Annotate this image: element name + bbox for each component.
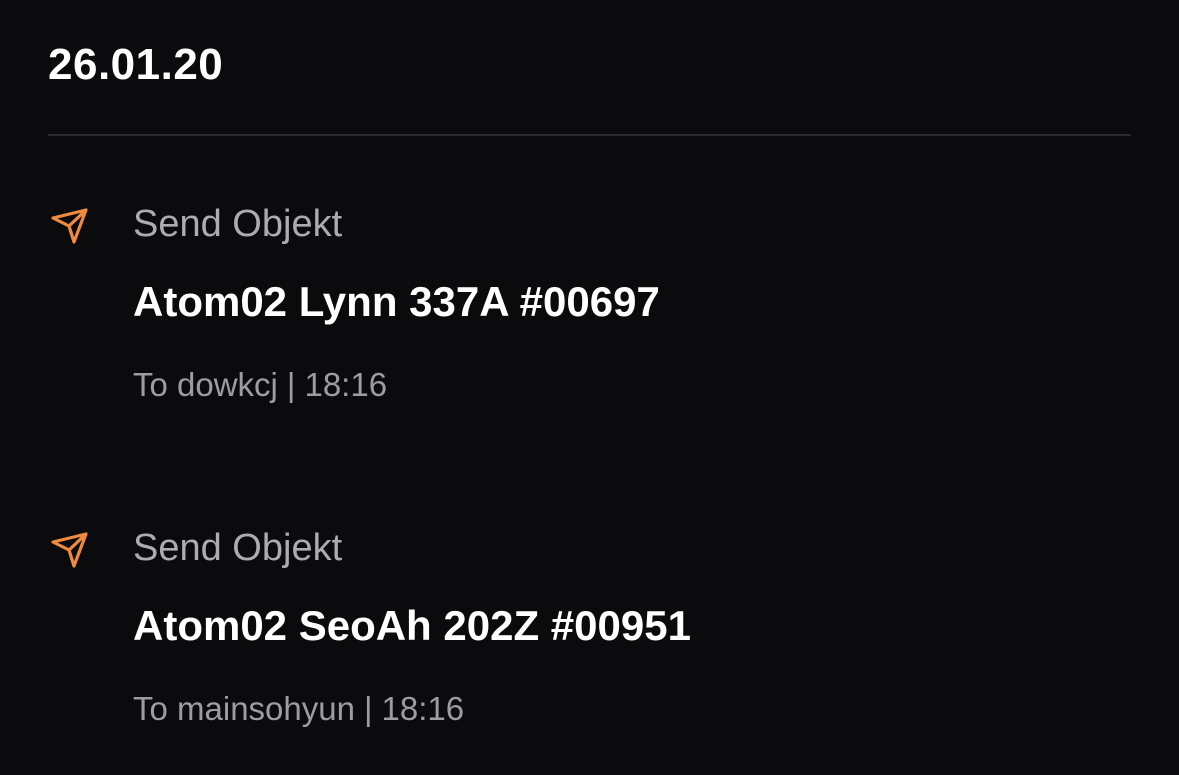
send-icon [48, 528, 92, 572]
objekt-name: Atom02 SeoAh 202Z #00951 [133, 602, 691, 649]
activity-type-label: Send Objekt [133, 203, 343, 245]
objekt-name: Atom02 Lynn 337A #00697 [133, 278, 660, 325]
activity-meta: To dowkcj | 18:16 [133, 364, 387, 406]
activity-meta: To mainsohyun | 18:16 [133, 688, 464, 730]
timestamp: 18:16 [381, 690, 465, 727]
recipient: To mainsohyun [133, 690, 355, 727]
divider [48, 134, 1131, 136]
separator: | [363, 690, 373, 727]
activity-item[interactable]: Send Objekt Atom02 SeoAh 202Z #00951 To … [0, 520, 1179, 740]
date-header: 26.01.20 [48, 40, 224, 89]
activity-type-label: Send Objekt [133, 527, 343, 569]
separator: | [286, 366, 296, 403]
recipient: To dowkcj [133, 366, 278, 403]
send-icon [48, 204, 92, 248]
timestamp: 18:16 [304, 366, 388, 403]
activity-item[interactable]: Send Objekt Atom02 Lynn 337A #00697 To d… [0, 196, 1179, 416]
